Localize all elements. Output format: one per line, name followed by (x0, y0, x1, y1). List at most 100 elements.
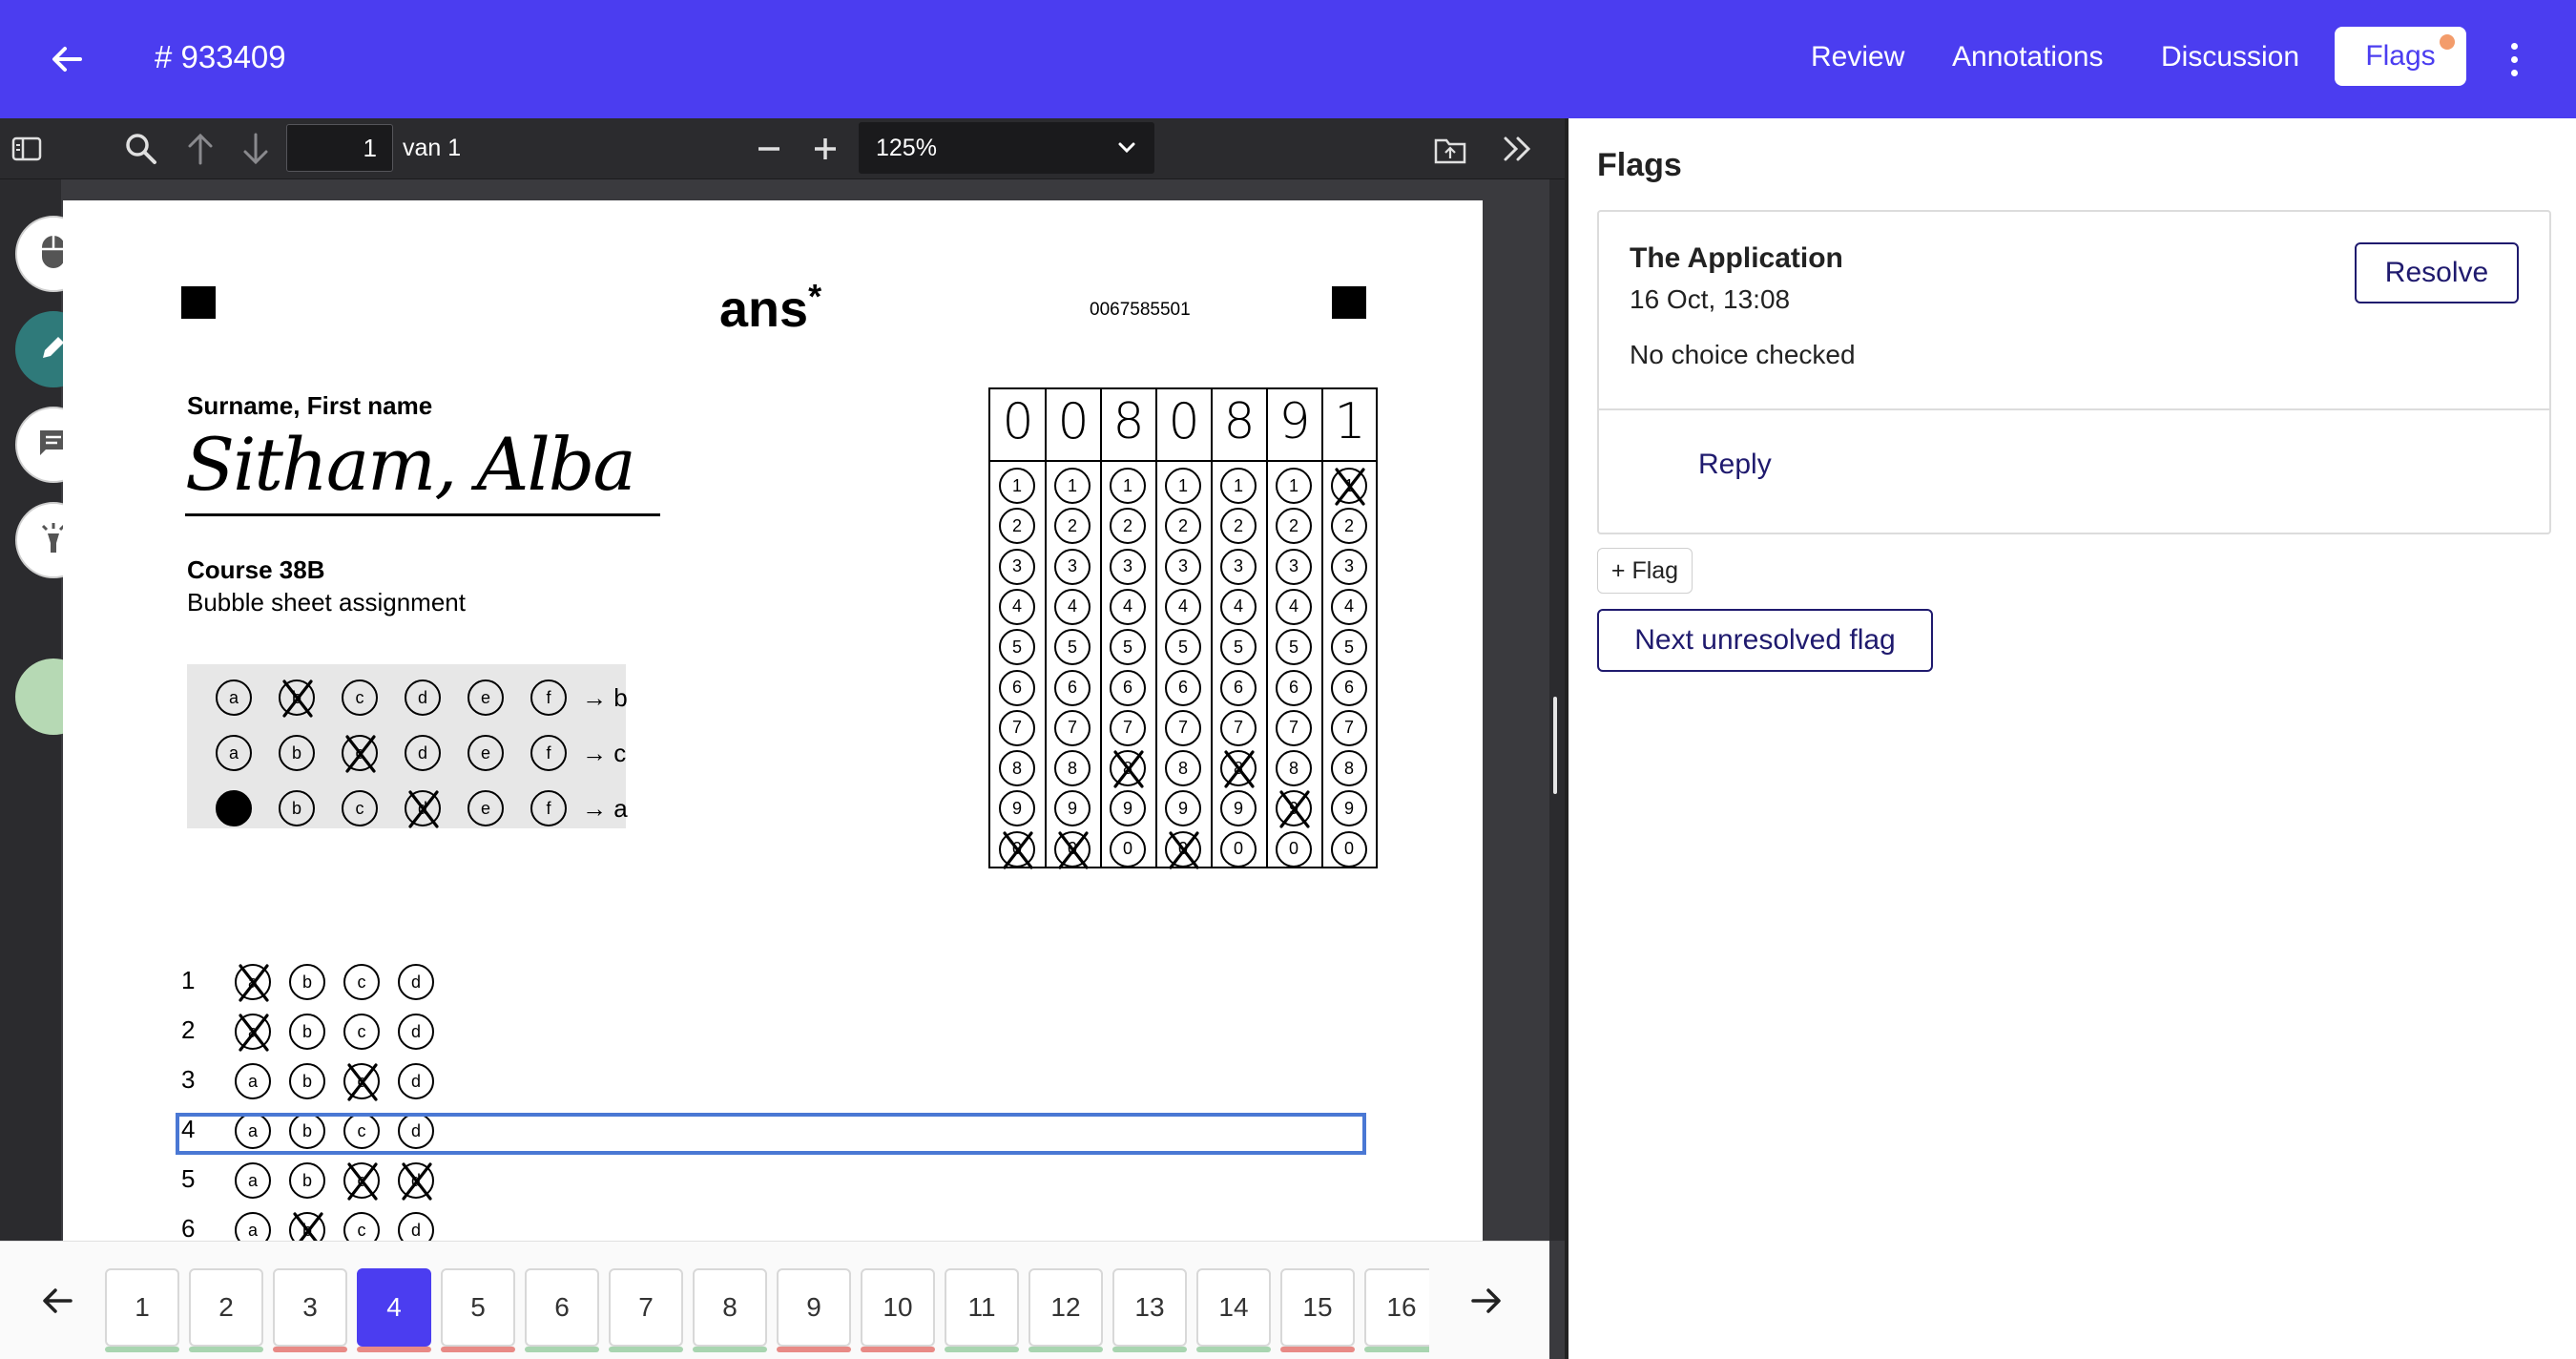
tab-flags[interactable]: Flags (2335, 27, 2466, 86)
submission-id: # 933409 (155, 39, 286, 74)
bubble: 7 (999, 709, 1035, 746)
resize-handle[interactable] (1553, 697, 1557, 794)
bubble: 6 (1220, 669, 1257, 706)
question-highlight (176, 1113, 1366, 1155)
resolve-button[interactable]: Resolve (2355, 242, 2519, 303)
page-number-input[interactable]: 1 (286, 124, 393, 172)
bubble: c (342, 790, 378, 826)
bubble: 9 (1165, 790, 1201, 827)
bubble: 6 (1054, 669, 1091, 706)
ans-logo: ans* (719, 277, 822, 338)
add-flag-button[interactable]: + Flag (1597, 548, 1693, 594)
page-button[interactable]: 6 (525, 1268, 599, 1352)
bubble: b (289, 964, 325, 1000)
page-status-bar (273, 1347, 347, 1352)
bubble-crossed: c (343, 1162, 380, 1201)
registration-mark (181, 286, 216, 319)
back-arrow-icon[interactable] (38, 32, 95, 86)
tab-review[interactable]: Review (1811, 34, 1904, 80)
page-button[interactable]: 11 (945, 1268, 1019, 1352)
bubble: 1 (1054, 468, 1091, 504)
next-page-arrow-icon[interactable] (1458, 1272, 1515, 1329)
bubble: d (398, 1014, 434, 1050)
page-button[interactable]: 14 (1196, 1268, 1271, 1352)
example-result: → a (582, 794, 628, 823)
bubble: f (530, 735, 567, 771)
bubble: c (343, 1212, 380, 1241)
page-button-label: 4 (386, 1292, 402, 1322)
bubble: 3 (1276, 548, 1312, 585)
bubble: 5 (999, 629, 1035, 666)
page-button-label: 15 (1302, 1292, 1333, 1322)
bubble-crossed: 8 (1110, 750, 1146, 788)
bubble: 4 (999, 588, 1035, 625)
bubble: 7 (1331, 709, 1367, 746)
question-number: 3 (181, 1065, 196, 1094)
tab-annotations[interactable]: Annotations (1952, 34, 2103, 80)
double-chevron-right-icon[interactable] (1496, 128, 1538, 170)
bubble-crossed: a (235, 1014, 271, 1052)
next-page-icon[interactable] (237, 128, 275, 170)
prev-page-arrow-icon[interactable] (29, 1272, 86, 1329)
bubble-crossed: 1 (1331, 468, 1367, 506)
bubble: b (289, 1162, 325, 1199)
bubble: 1 (1220, 468, 1257, 504)
bubble-filled (216, 790, 252, 826)
next-unresolved-flag-button[interactable]: Next unresolved flag (1597, 609, 1933, 672)
question-number: 1 (181, 966, 196, 994)
open-file-icon[interactable] (1429, 128, 1471, 170)
page-status-bar (189, 1347, 263, 1352)
bubble: 5 (1220, 629, 1257, 666)
zoom-out-icon[interactable] (750, 128, 788, 170)
bubble: 2 (1110, 508, 1146, 545)
bubble: 2 (1331, 508, 1367, 545)
bubble: 5 (1054, 629, 1091, 666)
bubble-crossed: c (343, 1063, 380, 1101)
page-status-bar (1196, 1347, 1271, 1352)
page-button[interactable]: 3 (273, 1268, 347, 1352)
top-bar: # 933409 Review Annotations Discussion F… (0, 0, 2576, 118)
page-button[interactable]: 5 (441, 1268, 515, 1352)
page-count-label: van 1 (403, 135, 462, 161)
bubble-crossed: b (279, 680, 315, 718)
page-status-bar (693, 1347, 767, 1352)
bubble: 2 (1276, 508, 1312, 545)
bubble: 0 (1220, 830, 1257, 868)
more-options-icon[interactable] (2500, 32, 2528, 86)
page-button[interactable]: 7 (609, 1268, 683, 1352)
page-button[interactable]: 16 (1364, 1268, 1429, 1352)
viewer-scrollbar[interactable] (1549, 179, 1565, 1241)
previous-page-icon[interactable] (181, 128, 219, 170)
zoom-in-icon[interactable] (806, 128, 844, 170)
id-digit: 8 (1112, 393, 1145, 450)
document-page: ans* 0067585501 Surname, First name Sith… (63, 200, 1483, 1241)
page-button[interactable]: 10 (861, 1268, 935, 1352)
bubble-crossed: a (235, 964, 271, 1002)
page-button-label: 9 (806, 1292, 821, 1322)
page-button[interactable]: 12 (1028, 1268, 1103, 1352)
bubble: 0 (1331, 830, 1367, 868)
page-button[interactable]: 15 (1280, 1268, 1355, 1352)
zoom-select[interactable]: 125% (859, 122, 1154, 174)
reply-button[interactable]: Reply (1698, 449, 1772, 481)
question-number: 5 (181, 1164, 196, 1193)
search-icon[interactable] (120, 128, 162, 170)
bubble: 4 (1165, 588, 1201, 625)
bubble: a (235, 1212, 271, 1241)
bubble: 8 (1165, 750, 1201, 787)
page-button[interactable]: 8 (693, 1268, 767, 1352)
tab-flags-label: Flags (2365, 40, 2436, 72)
sidebar-toggle-icon[interactable] (8, 130, 46, 168)
bubble: 6 (1331, 669, 1367, 706)
page-button[interactable]: 13 (1112, 1268, 1187, 1352)
bubble: f (530, 790, 567, 826)
page-button[interactable]: 9 (777, 1268, 851, 1352)
zoom-value: 125% (876, 135, 937, 161)
tab-discussion[interactable]: Discussion (2161, 34, 2299, 80)
bubble: 1 (1276, 468, 1312, 504)
page-button[interactable]: 2 (189, 1268, 263, 1352)
signature-line (185, 513, 660, 516)
page-button[interactable]: 4 (357, 1268, 431, 1352)
bubble: a (235, 1063, 271, 1099)
page-button[interactable]: 1 (105, 1268, 179, 1352)
